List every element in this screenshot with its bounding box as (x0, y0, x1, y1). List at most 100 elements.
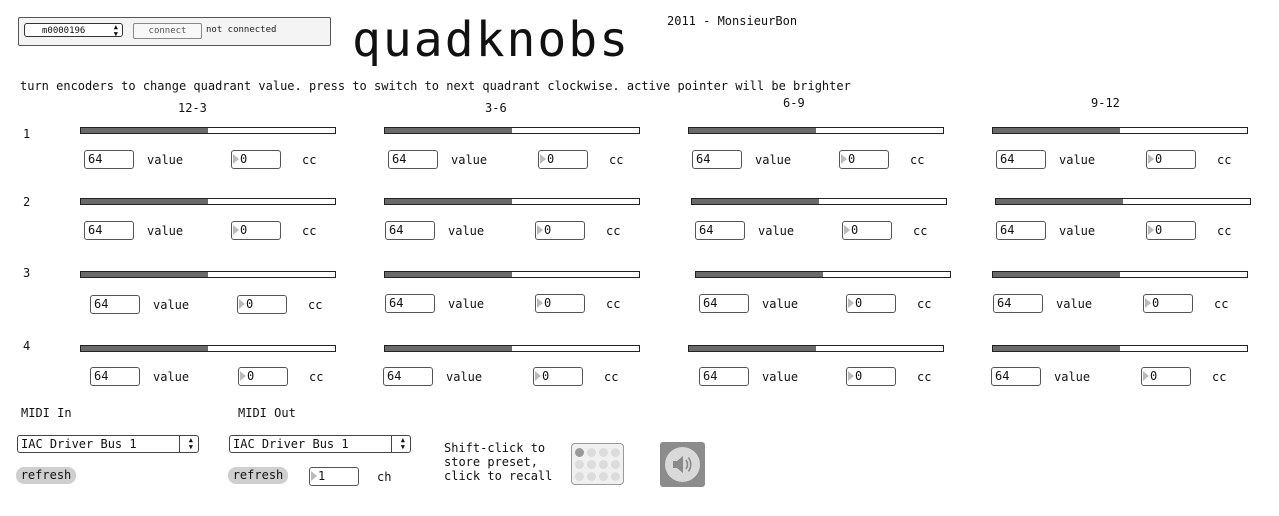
preset-slot[interactable] (575, 472, 584, 481)
cc-numbox[interactable]: 0 (1143, 294, 1193, 313)
cc-numbox[interactable]: 0 (839, 150, 889, 169)
cc-label: cc (606, 224, 621, 238)
cc-numbox[interactable]: 0 (237, 295, 287, 314)
slider-fill (81, 128, 208, 133)
value-slider[interactable] (384, 271, 640, 278)
cc-numbox[interactable]: 0 (535, 294, 585, 313)
value-numbox[interactable]: 64 (996, 221, 1046, 240)
midi-in-label: MIDI In (21, 406, 72, 420)
cc-numbox[interactable]: 0 (1146, 221, 1196, 240)
value-slider[interactable] (80, 127, 336, 134)
value-slider[interactable] (992, 271, 1248, 278)
cc-numbox[interactable]: 0 (1141, 367, 1191, 386)
updown-arrows-icon: ▲ ▼ (400, 436, 405, 451)
cc-numbox[interactable]: 0 (846, 367, 896, 386)
triangle-icon (1143, 371, 1149, 381)
preset-slot[interactable] (599, 448, 608, 457)
value-slider[interactable] (80, 198, 336, 205)
midi-in-select[interactable]: IAC Driver Bus 1 ▲ ▼ (17, 435, 199, 453)
slider-fill (385, 272, 512, 277)
slider-fill (993, 272, 1120, 277)
cc-numbox[interactable]: 0 (538, 150, 588, 169)
channel-label: ch (377, 470, 392, 484)
value-slider[interactable] (691, 198, 947, 205)
preset-slot[interactable] (587, 472, 596, 481)
value-label: value (153, 370, 190, 384)
value-slider[interactable] (995, 198, 1251, 205)
value-numbox[interactable]: 64 (84, 221, 134, 240)
preset-slot[interactable] (599, 460, 608, 469)
value-numbox[interactable]: 64 (90, 367, 140, 386)
device-select-value: m0000196 (42, 26, 86, 36)
slider-fill (385, 199, 512, 204)
channel-numbox[interactable]: 1 (309, 467, 359, 486)
value-numbox[interactable]: 64 (699, 367, 749, 386)
preset-slot[interactable] (611, 460, 620, 469)
cc-value: 0 (544, 296, 552, 310)
value-slider[interactable] (80, 345, 336, 352)
preset-slot[interactable] (575, 460, 584, 469)
connect-button[interactable]: connect (133, 23, 202, 39)
cc-value: 0 (240, 223, 248, 237)
cc-label: cc (917, 370, 932, 384)
instructions-text: turn encoders to change quadrant value. … (20, 79, 851, 93)
value-numbox[interactable]: 64 (388, 150, 438, 169)
cc-numbox[interactable]: 0 (238, 367, 288, 386)
connection-status: not connected (206, 25, 277, 35)
updown-arrows-icon: ▲ ▼ (113, 23, 118, 38)
speaker-icon (673, 456, 692, 473)
device-panel: m0000196 ▲ ▼ connect not connected (18, 17, 331, 46)
value-numbox[interactable]: 64 (90, 295, 140, 314)
value-numbox[interactable]: 64 (991, 367, 1041, 386)
preset-slot[interactable] (587, 460, 596, 469)
preset-slot[interactable] (611, 472, 620, 481)
triangle-icon (537, 298, 543, 308)
cc-label: cc (302, 153, 317, 167)
quadrant-header: 9-12 (1091, 96, 1120, 110)
value-numbox[interactable]: 64 (695, 221, 745, 240)
value-slider[interactable] (384, 127, 640, 134)
value-label: value (147, 153, 184, 167)
device-select[interactable]: m0000196 ▲ ▼ (24, 23, 123, 38)
value-numbox[interactable]: 64 (996, 150, 1046, 169)
audio-toggle-button[interactable] (660, 442, 705, 487)
value-slider[interactable] (695, 271, 951, 278)
cc-numbox[interactable]: 0 (846, 294, 896, 313)
midi-out-select-value: IAC Driver Bus 1 (233, 437, 349, 451)
value-slider[interactable] (992, 345, 1248, 352)
cc-numbox[interactable]: 0 (1146, 150, 1196, 169)
midi-out-refresh-button[interactable]: refresh (228, 467, 288, 484)
value-numbox[interactable]: 64 (699, 294, 749, 313)
value-numbox[interactable]: 64 (383, 367, 433, 386)
preset-slot[interactable] (587, 448, 596, 457)
preset-grid[interactable] (571, 443, 624, 485)
cc-label: cc (1217, 153, 1232, 167)
cc-numbox[interactable]: 0 (231, 150, 281, 169)
cc-numbox[interactable]: 0 (842, 221, 892, 240)
cc-numbox[interactable]: 0 (535, 221, 585, 240)
value-slider[interactable] (384, 345, 640, 352)
value-label: value (758, 224, 795, 238)
value-slider[interactable] (688, 127, 944, 134)
cc-numbox[interactable]: 0 (533, 367, 583, 386)
preset-slot[interactable] (575, 448, 584, 457)
value-numbox[interactable]: 64 (385, 221, 435, 240)
value-slider[interactable] (688, 345, 944, 352)
cc-label: cc (1212, 370, 1227, 384)
value-numbox[interactable]: 64 (385, 294, 435, 313)
preset-slot[interactable] (599, 472, 608, 481)
value-slider[interactable] (80, 271, 336, 278)
value-numbox[interactable]: 64 (993, 294, 1043, 313)
triangle-icon (1145, 298, 1151, 308)
value-slider[interactable] (992, 127, 1248, 134)
slider-fill (993, 128, 1120, 133)
preset-slot[interactable] (611, 448, 620, 457)
midi-in-refresh-button[interactable]: refresh (16, 467, 76, 484)
midi-out-select[interactable]: IAC Driver Bus 1 ▲ ▼ (229, 435, 411, 453)
cc-numbox[interactable]: 0 (231, 221, 281, 240)
value-numbox[interactable]: 64 (692, 150, 742, 169)
quadrant-header: 6-9 (783, 96, 805, 110)
value-numbox[interactable]: 64 (84, 150, 134, 169)
value-slider[interactable] (384, 198, 640, 205)
triangle-icon (841, 154, 847, 164)
